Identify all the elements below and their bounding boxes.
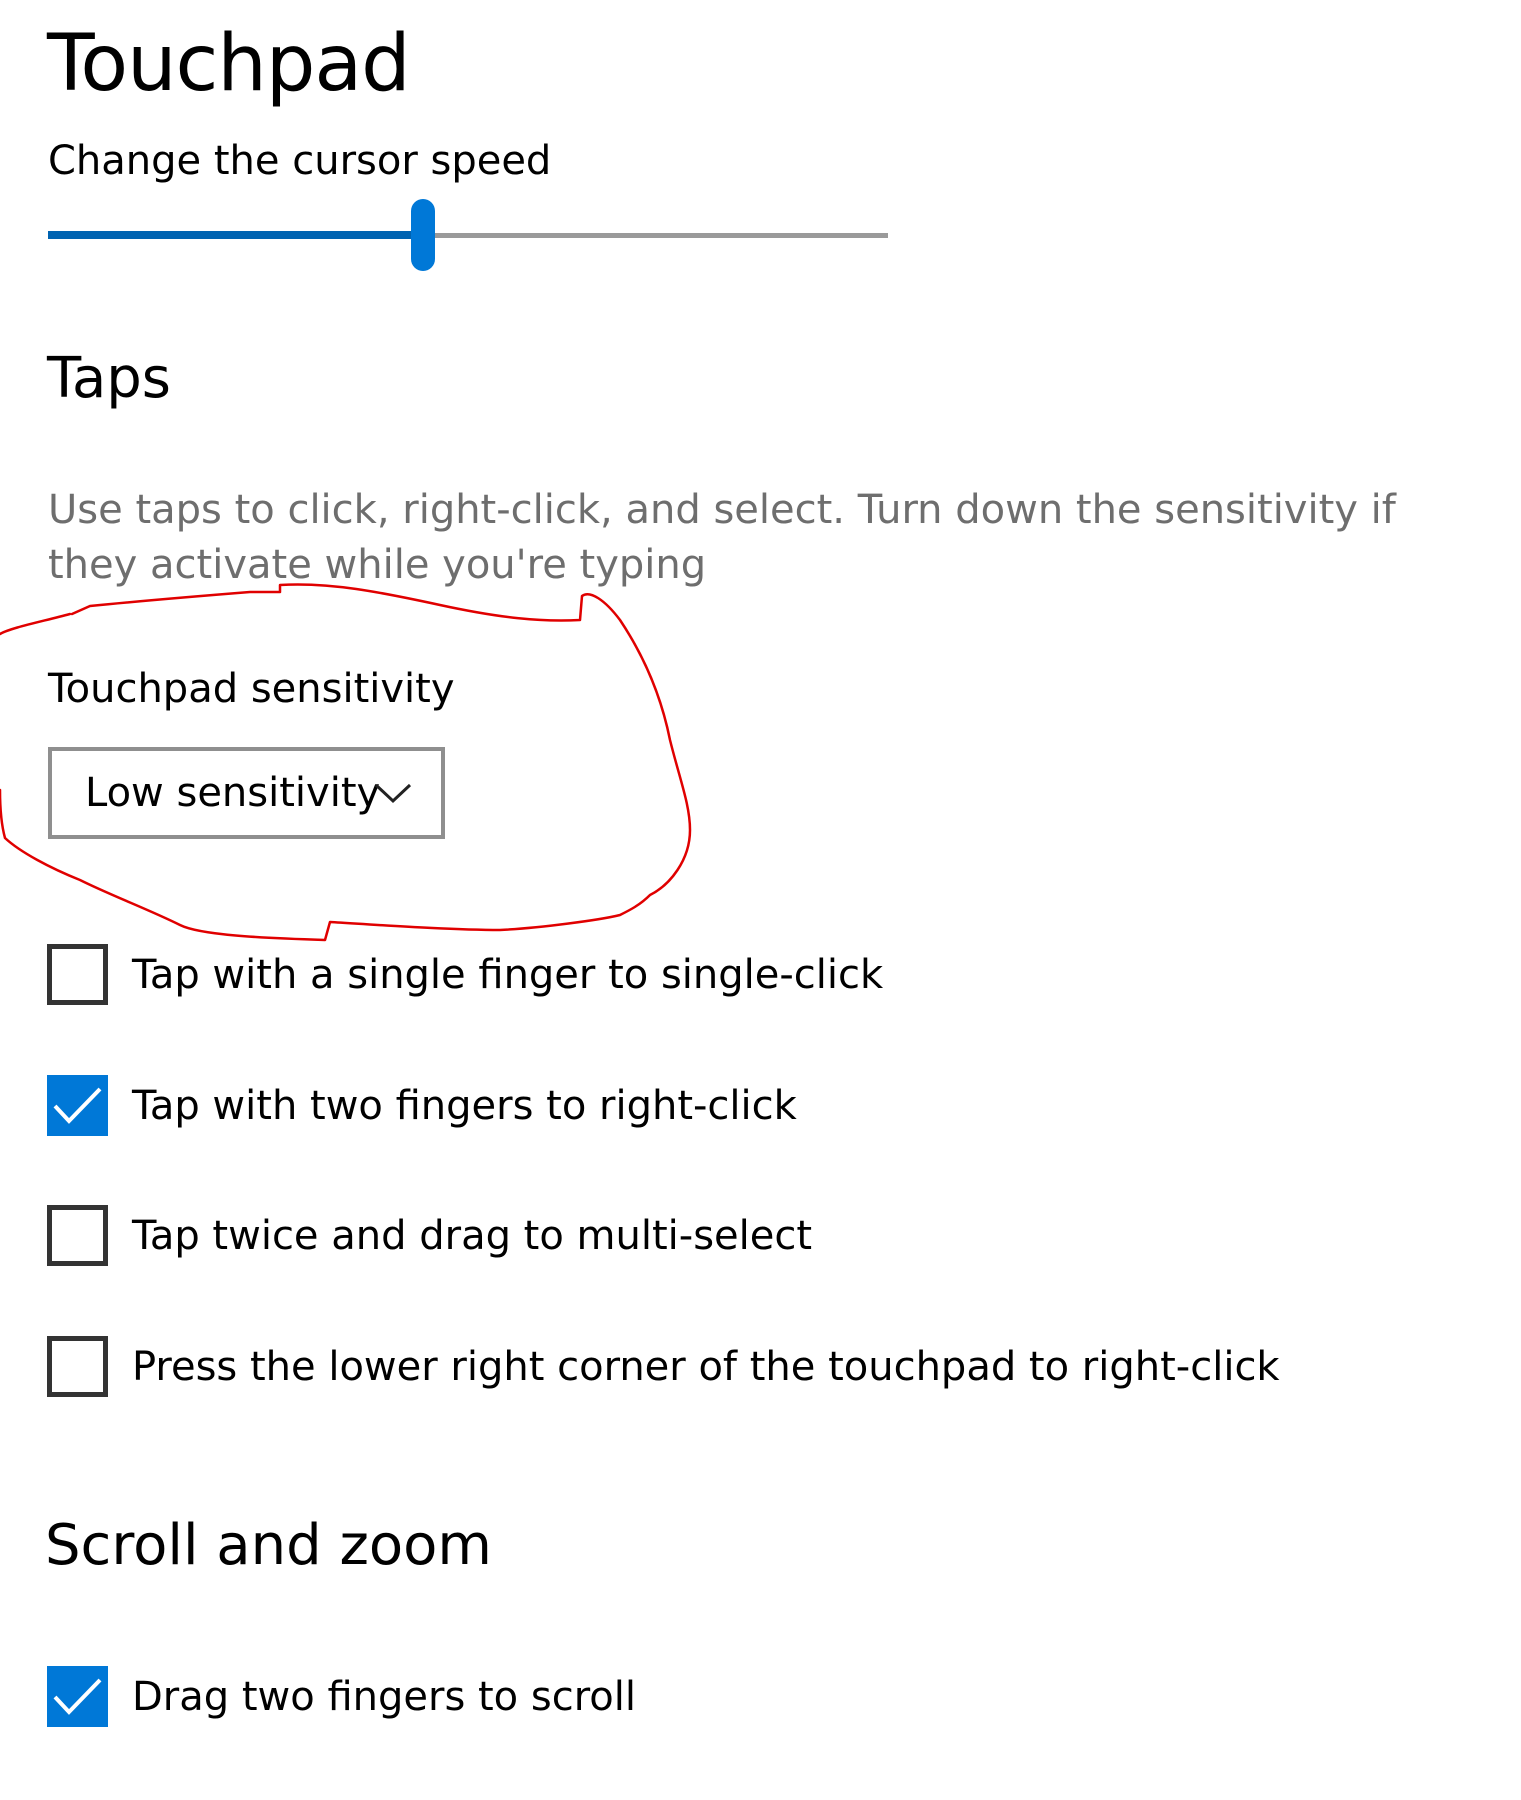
scroll-zoom-heading: Scroll and zoom	[45, 1513, 492, 1578]
checkbox[interactable]	[47, 1205, 108, 1266]
chevron-down-icon	[373, 781, 413, 809]
checkmark-icon	[53, 1678, 102, 1715]
checkbox-row-two-fingers[interactable]: Tap with two fingers to right-click	[47, 1075, 1447, 1137]
taps-description: Use taps to click, right-click, and sele…	[48, 487, 1396, 588]
checkbox-label: Tap with a single finger to single-click	[132, 952, 884, 998]
slider-fill	[48, 231, 423, 239]
checkbox-label: Tap twice and drag to multi-select	[132, 1213, 813, 1259]
slider-thumb[interactable]	[411, 199, 435, 271]
cursor-speed-label: Change the cursor speed	[48, 138, 552, 184]
checkmark-icon	[53, 1087, 102, 1124]
checkbox-row-tap-twice[interactable]: Tap twice and drag to multi-select	[47, 1205, 1447, 1267]
checkbox-label: Drag two fingers to scroll	[132, 1674, 636, 1720]
checkbox-label: Tap with two fingers to right-click	[132, 1083, 797, 1129]
checkbox-row-lower-right-corner[interactable]: Press the lower right corner of the touc…	[47, 1336, 1447, 1398]
checkbox[interactable]	[47, 1336, 108, 1397]
page-title: Touchpad	[47, 19, 411, 109]
checkbox-label: Press the lower right corner of the touc…	[132, 1344, 1280, 1390]
cursor-speed-slider[interactable]	[48, 199, 888, 273]
touchpad-sensitivity-dropdown[interactable]: Low sensitivity	[48, 747, 445, 839]
taps-heading: Taps	[47, 346, 171, 411]
dropdown-selected-value: Low sensitivity	[85, 770, 381, 816]
checkbox[interactable]	[47, 944, 108, 1005]
checkbox-row-single-finger[interactable]: Tap with a single finger to single-click	[47, 944, 1447, 1006]
checkbox[interactable]	[47, 1666, 108, 1727]
checkbox-row-two-finger-scroll[interactable]: Drag two fingers to scroll	[47, 1666, 1447, 1728]
touchpad-sensitivity-label: Touchpad sensitivity	[48, 666, 455, 712]
checkbox[interactable]	[47, 1075, 108, 1136]
